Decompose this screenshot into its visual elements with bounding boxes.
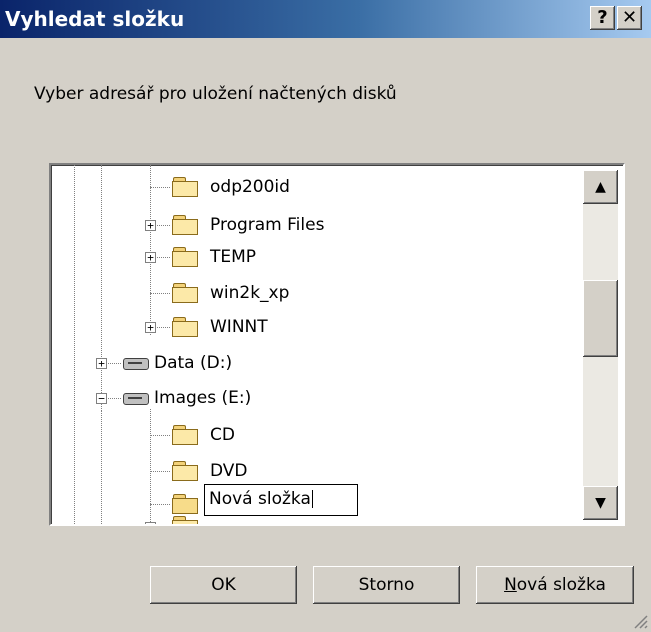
folder-icon bbox=[172, 177, 198, 197]
new-folder-button[interactable]: Nová složka bbox=[476, 566, 634, 604]
tree-item-label: WINNT bbox=[210, 317, 268, 337]
tree-guide-line bbox=[101, 411, 102, 524]
title-bar[interactable]: Vyhledat složku ? ✕ bbox=[0, 0, 651, 38]
tree-connector bbox=[150, 471, 170, 472]
expand-toggle[interactable]: + bbox=[145, 220, 156, 231]
expand-toggle[interactable]: + bbox=[96, 358, 107, 369]
tree-guide-line bbox=[150, 409, 151, 524]
drive-icon bbox=[123, 391, 149, 405]
tree-connector bbox=[150, 187, 170, 188]
browse-folder-dialog: Vyhledat složku ? ✕ Vyber adresář pro ul… bbox=[0, 0, 651, 632]
new-folder-label: ová složka bbox=[516, 575, 606, 595]
tree-connector bbox=[150, 293, 170, 294]
folder-icon bbox=[172, 317, 198, 337]
help-button[interactable]: ? bbox=[590, 6, 615, 30]
tree-guide-line bbox=[101, 165, 102, 411]
instruction-text: Vyber adresář pro uložení načtených disk… bbox=[34, 84, 397, 104]
resize-grip-icon[interactable] bbox=[630, 611, 648, 629]
tree-item-label: TEMP bbox=[210, 247, 257, 267]
tree-connector bbox=[150, 435, 170, 436]
expand-toggle[interactable]: + bbox=[145, 322, 156, 333]
ok-button[interactable]: OK bbox=[150, 566, 297, 604]
tree-connector bbox=[150, 504, 170, 505]
tree-guide-line bbox=[74, 165, 75, 524]
rename-folder-input[interactable]: Nová složka bbox=[204, 484, 358, 516]
tree-item-label: win2k_xp bbox=[210, 283, 290, 303]
tree-vertical-scrollbar[interactable]: ▲ ▼ bbox=[583, 170, 618, 520]
scroll-down-button[interactable]: ▼ bbox=[583, 486, 618, 520]
dialog-title: Vyhledat složku bbox=[5, 7, 185, 31]
tree-item-label: Program Files bbox=[210, 215, 325, 235]
tree-item-label: CD bbox=[210, 425, 235, 445]
folder-icon bbox=[172, 283, 198, 303]
folder-icon bbox=[172, 425, 198, 445]
cancel-button[interactable]: Storno bbox=[313, 566, 460, 604]
collapse-toggle[interactable]: − bbox=[96, 393, 107, 404]
tree-guide-line bbox=[150, 165, 151, 335]
folder-icon bbox=[172, 247, 198, 267]
drive-icon bbox=[123, 356, 149, 370]
rename-folder-value: Nová složka bbox=[209, 489, 311, 509]
tree-item-label: odp200id bbox=[210, 177, 290, 197]
arrow-up-icon: ▲ bbox=[595, 179, 606, 195]
scroll-up-button[interactable]: ▲ bbox=[583, 170, 618, 204]
text-caret bbox=[311, 490, 313, 508]
folder-icon bbox=[172, 461, 198, 481]
tree-item-label: Images (E:) bbox=[154, 388, 252, 408]
arrow-down-icon: ▼ bbox=[595, 495, 606, 511]
tree-item-label: DVD bbox=[210, 461, 248, 481]
expand-toggle[interactable] bbox=[145, 522, 156, 524]
scroll-thumb[interactable] bbox=[583, 280, 618, 357]
folder-icon bbox=[172, 516, 198, 524]
new-folder-accelerator: N bbox=[504, 575, 517, 595]
tree-item-label: Data (D:) bbox=[154, 353, 233, 373]
folder-icon bbox=[172, 215, 198, 235]
open-folder-icon bbox=[172, 494, 198, 514]
folder-tree[interactable]: odp200id + Program Files + TEMP win2k_xp… bbox=[49, 163, 625, 526]
expand-toggle[interactable]: + bbox=[145, 252, 156, 263]
close-button[interactable]: ✕ bbox=[617, 6, 642, 30]
